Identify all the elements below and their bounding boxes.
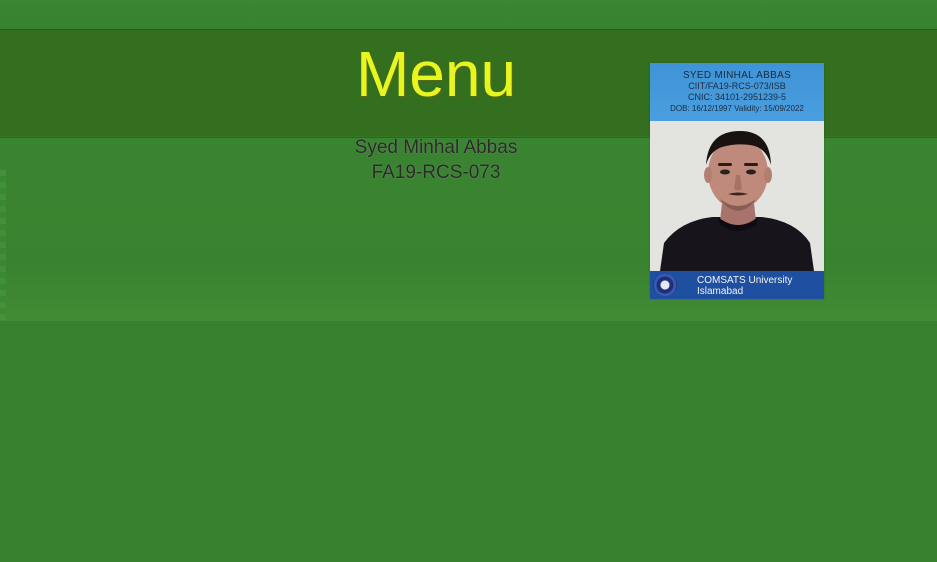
student-id-card-image: SYED MINHAL ABBAS CIIT/FA19-RCS-073/ISB …	[650, 63, 824, 299]
left-edge-decoration	[0, 170, 6, 320]
student-info: Syed Minhal Abbas FA19-RCS-073	[300, 135, 572, 185]
top-strip	[0, 0, 937, 29]
id-card-name: SYED MINHAL ABBAS	[682, 70, 792, 81]
id-card-cnic: CNIC: 34101-2951239-5	[687, 92, 787, 102]
comsats-logo-icon	[653, 274, 677, 296]
id-card-photo	[650, 121, 824, 271]
id-card-dob: DOB: 16/12/1997 Validity: 15/09/2022	[670, 104, 804, 113]
university-name: COMSATS University Islamabad	[697, 275, 792, 297]
id-card-footer: COMSATS University Islamabad	[650, 271, 824, 299]
student-reg-no: FA19-RCS-073	[371, 162, 501, 183]
university-line-1: COMSATS University	[697, 275, 793, 286]
university-line-2: Islamabad	[697, 286, 744, 297]
portrait-photo	[650, 121, 824, 271]
id-card-reg: CIIT/FA19-RCS-073/ISB	[688, 81, 786, 91]
student-name: Syed Minhal Abbas	[354, 137, 518, 158]
id-card-header: SYED MINHAL ABBAS CIIT/FA19-RCS-073/ISB …	[650, 63, 824, 121]
page-title: Menu	[355, 38, 517, 110]
